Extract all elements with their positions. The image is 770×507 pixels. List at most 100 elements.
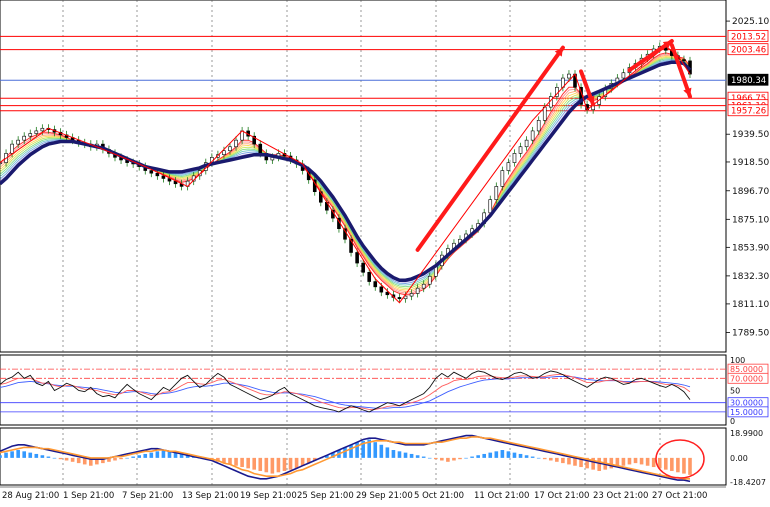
price-label-8: 1918.50 (732, 158, 769, 168)
time-label-6: 29 Sep 21:00 (356, 491, 413, 501)
candle-body-85 (512, 153, 517, 163)
candle-body-26 (155, 172, 160, 177)
candle-body-59 (355, 252, 359, 264)
candle-body-5 (28, 133, 33, 137)
time-label-3: 13 Sep 21:00 (182, 491, 239, 501)
candle-body-94 (567, 73, 571, 79)
macd-bar-95 (573, 457, 577, 466)
macd-bar-19 (113, 457, 117, 461)
macd-bar-46 (276, 457, 281, 473)
time-label-0: 28 Aug 21:00 (2, 491, 59, 501)
candle-body-38 (228, 146, 232, 152)
macd-bar-94 (567, 457, 571, 465)
macd-bar-65 (391, 450, 396, 458)
macd-bar-9 (52, 457, 57, 459)
macd-bar-86 (518, 453, 523, 458)
macd-bar-64 (385, 447, 390, 458)
time-label-8: 11 Oct 21:00 (474, 491, 529, 501)
time-label-11: 27 Oct 21:00 (652, 491, 707, 501)
macd-bar-111 (670, 457, 674, 471)
candle-body-60 (361, 262, 365, 273)
macd-bar-108 (651, 457, 656, 468)
macd-bar-114 (688, 457, 692, 475)
candle-body-88 (530, 130, 535, 141)
price-tag-1: 2013.52 (731, 32, 766, 42)
macd-bar-21 (125, 457, 129, 459)
time-label-4: 19 Sep 21:00 (240, 491, 297, 501)
candle-body-81 (488, 199, 493, 214)
macd-bar-12 (70, 457, 75, 462)
macd-bar-71 (427, 457, 432, 459)
macd-bar-81 (488, 452, 493, 458)
candle-body-63 (379, 286, 384, 293)
macd-bar-83 (500, 450, 505, 458)
candle-body-2 (10, 143, 14, 154)
macd-label-1: 0.00 (730, 454, 748, 463)
macd-bar-90 (542, 457, 547, 460)
candle-body-25 (149, 170, 154, 174)
chart-svg: 2025.102013.522003.461980.341966.751961.… (0, 0, 770, 503)
candle-body-27 (161, 175, 166, 179)
macd-bar-62 (373, 442, 378, 458)
candle-body-39 (234, 139, 238, 148)
macd-bar-20 (119, 457, 123, 460)
price-label-11: 1853.90 (732, 243, 769, 253)
candle-body-6 (34, 130, 39, 134)
macd-bar-77 (464, 457, 468, 459)
candle-body-82 (494, 186, 499, 200)
price-label-0: 2025.10 (732, 17, 769, 27)
macd-bar-84 (506, 451, 511, 458)
macd-bar-10 (58, 457, 63, 460)
macd-bar-59 (355, 442, 359, 458)
candle-body-70 (421, 283, 426, 289)
chart-root: 2025.102013.522003.461980.341966.751961.… (0, 0, 770, 503)
macd-bar-24 (143, 453, 148, 458)
macd-bar-70 (421, 456, 426, 458)
candle-body-84 (506, 162, 511, 171)
macd-bar-87 (524, 455, 529, 458)
macd-bar-99 (597, 457, 602, 471)
macd-bar-67 (403, 452, 408, 458)
macd-bar-41 (246, 457, 250, 469)
candle-body-37 (222, 150, 226, 155)
macd-bar-104 (627, 457, 632, 465)
rsi-tag-2: 70.0000 (730, 374, 763, 383)
macd-bar-69 (415, 455, 420, 458)
macd-bar-103 (621, 457, 626, 466)
price-tag-2: 2003.46 (731, 46, 766, 56)
macd-bar-1 (4, 452, 8, 458)
macd-bar-27 (161, 450, 166, 458)
price-label-10: 1875.10 (732, 215, 769, 225)
macd-bar-68 (409, 453, 414, 458)
price-label-7: 1939.50 (732, 130, 769, 140)
macd-bar-48 (288, 457, 293, 470)
macd-bar-110 (663, 457, 668, 470)
macd-bar-11 (64, 457, 69, 461)
candle-body-103 (621, 72, 626, 79)
macd-bar-91 (548, 457, 553, 461)
macd-bar-39 (234, 457, 238, 466)
macd-bar-79 (476, 455, 480, 458)
macd-bar-113 (682, 457, 686, 474)
candle-body-43 (258, 143, 263, 154)
macd-bar-78 (470, 456, 474, 458)
macd-bar-89 (536, 457, 541, 459)
macd-bar-3 (16, 450, 20, 458)
candle-body-66 (397, 297, 402, 300)
macd-bar-26 (155, 451, 160, 458)
candle-body-68 (409, 293, 414, 297)
candle-body-71 (427, 275, 432, 285)
macd-bar-63 (379, 444, 384, 458)
time-label-9: 17 Oct 21:00 (534, 491, 589, 501)
macd-bar-85 (512, 452, 517, 458)
time-label-10: 23 Oct 21:00 (593, 491, 648, 501)
macd-bar-66 (397, 451, 402, 458)
macd-bar-23 (137, 455, 142, 458)
macd-label-0: 18.9900 (730, 429, 763, 438)
candle-body-7 (40, 127, 45, 132)
macd-bar-74 (446, 457, 450, 462)
candle-body-89 (536, 120, 541, 132)
candle-body-69 (415, 287, 420, 294)
macd-bar-45 (270, 457, 275, 474)
candle-body-61 (367, 272, 372, 282)
